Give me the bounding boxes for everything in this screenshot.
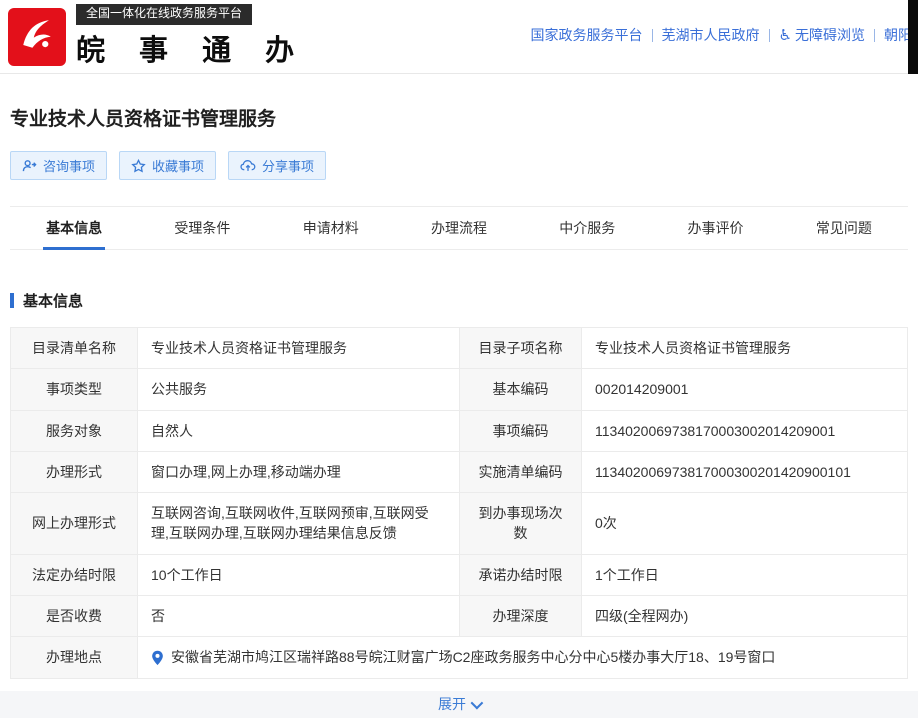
site-logo (8, 8, 66, 66)
accessibility-link[interactable]: ♿ 无障碍浏览 (779, 25, 865, 45)
corner-dark-strip (908, 0, 918, 74)
favorite-item-label: 收藏事项 (152, 156, 204, 175)
action-chips: 咨询事项 收藏事项 分享事项 (10, 151, 908, 180)
row-value: 专业技术人员资格证书管理服务 (582, 328, 907, 368)
expand-button[interactable]: 展开 (0, 691, 918, 718)
row-value: 互联网咨询,互联网收件,互联网预审,互联网受理,互联网办理,互联网办理结果信息反… (138, 493, 460, 554)
section-accent-bar (10, 293, 14, 308)
share-item-button[interactable]: 分享事项 (228, 151, 326, 180)
address-value-cell: 安徽省芜湖市鸠江区瑞祥路88号皖江财富广场C2座政务服务中心分中心5楼办事大厅1… (138, 637, 907, 677)
row-value: 1个工作日 (582, 555, 907, 595)
row-value: 10个工作日 (138, 555, 460, 595)
star-icon (131, 159, 146, 173)
accessibility-label: 无障碍浏览 (795, 25, 865, 45)
row-label: 是否收费 (11, 596, 138, 636)
nav-separator (769, 29, 770, 42)
row-label: 办理深度 (460, 596, 582, 636)
table-row: 服务对象 自然人 事项编码 11340200697381700030020142… (11, 411, 907, 452)
section-header: 基本信息 (10, 290, 908, 311)
favorite-item-button[interactable]: 收藏事项 (119, 151, 216, 180)
tab-basic-info[interactable]: 基本信息 (10, 207, 138, 249)
row-value: 公共服务 (138, 369, 460, 409)
location-pin-icon (151, 650, 164, 666)
row-label: 到办事现场次数 (460, 493, 582, 554)
nav-link-national-platform[interactable]: 国家政务服务平台 (531, 25, 643, 45)
table-row: 目录清单名称 专业技术人员资格证书管理服务 目录子项名称 专业技术人员资格证书管… (11, 328, 907, 369)
row-value: 否 (138, 596, 460, 636)
brand-block: 全国一体化在线政务服务平台 皖 事 通 办 (76, 4, 307, 69)
table-row: 事项类型 公共服务 基本编码 002014209001 (11, 369, 907, 410)
row-label: 办理形式 (11, 452, 138, 492)
consult-item-button[interactable]: 咨询事项 (10, 151, 107, 180)
consult-item-label: 咨询事项 (43, 156, 95, 175)
table-row-address: 办理地点 安徽省芜湖市鸠江区瑞祥路88号皖江财富广场C2座政务服务中心分中心5楼… (11, 637, 907, 677)
tab-label: 办事评价 (688, 218, 744, 238)
expand-label: 展开 (438, 694, 466, 714)
share-cloud-icon (240, 159, 256, 172)
tab-label: 办理流程 (431, 218, 487, 238)
table-row: 办理形式 窗口办理,网上办理,移动端办理 实施清单编码 113402006973… (11, 452, 907, 493)
tab-faq[interactable]: 常见问题 (780, 207, 908, 249)
row-value: 1134020069738170003002014209001 (582, 411, 907, 451)
row-label: 实施清单编码 (460, 452, 582, 492)
header-nav: 国家政务服务平台 芜湖市人民政府 ♿ 无障碍浏览 朝阳 (531, 25, 912, 45)
tab-label: 受理条件 (174, 218, 230, 238)
tab-agency-service[interactable]: 中介服务 (523, 207, 651, 249)
tab-label: 申请材料 (303, 218, 359, 238)
platform-badge: 全国一体化在线政务服务平台 (76, 4, 252, 25)
row-value: 自然人 (138, 411, 460, 451)
table-row: 网上办理形式 互联网咨询,互联网收件,互联网预审,互联网受理,互联网办理,互联网… (11, 493, 907, 555)
row-value: 002014209001 (582, 369, 907, 409)
nav-separator (652, 29, 653, 42)
page-title: 专业技术人员资格证书管理服务 (10, 104, 908, 131)
tab-label: 基本信息 (46, 218, 102, 238)
tab-label: 中介服务 (559, 218, 615, 238)
row-label: 承诺办结时限 (460, 555, 582, 595)
row-label: 目录清单名称 (11, 328, 138, 368)
row-value: 113402006973817000300201420900101 (582, 452, 907, 492)
row-value: 四级(全程网办) (582, 596, 907, 636)
row-label: 服务对象 (11, 411, 138, 451)
row-value: 0次 (582, 493, 907, 554)
tab-process[interactable]: 办理流程 (395, 207, 523, 249)
row-label: 事项编码 (460, 411, 582, 451)
main-content: 专业技术人员资格证书管理服务 咨询事项 收藏事项 (0, 104, 918, 679)
row-label: 基本编码 (460, 369, 582, 409)
table-row: 是否收费 否 办理深度 四级(全程网办) (11, 596, 907, 637)
row-label: 事项类型 (11, 369, 138, 409)
tab-application-materials[interactable]: 申请材料 (267, 207, 395, 249)
consult-person-icon (22, 159, 37, 173)
row-label: 网上办理形式 (11, 493, 138, 554)
nav-separator (874, 29, 875, 42)
site-title: 皖 事 通 办 (76, 27, 307, 69)
row-value: 窗口办理,网上办理,移动端办理 (138, 452, 460, 492)
row-label: 办理地点 (11, 637, 138, 677)
brand-swirl-icon (15, 12, 59, 61)
table-row: 法定办结时限 10个工作日 承诺办结时限 1个工作日 (11, 555, 907, 596)
row-label: 目录子项名称 (460, 328, 582, 368)
tab-label: 常见问题 (816, 218, 872, 238)
basic-info-table: 目录清单名称 专业技术人员资格证书管理服务 目录子项名称 专业技术人员资格证书管… (10, 327, 908, 679)
address-text: 安徽省芜湖市鸠江区瑞祥路88号皖江财富广场C2座政务服务中心分中心5楼办事大厅1… (171, 647, 775, 667)
section-title: 基本信息 (23, 290, 83, 311)
row-value: 专业技术人员资格证书管理服务 (138, 328, 460, 368)
tab-acceptance-conditions[interactable]: 受理条件 (138, 207, 266, 249)
tab-evaluation[interactable]: 办事评价 (651, 207, 779, 249)
wheelchair-icon: ♿ (779, 28, 792, 43)
share-item-label: 分享事项 (262, 156, 314, 175)
tab-bar: 基本信息 受理条件 申请材料 办理流程 中介服务 办事评价 常见问题 (10, 206, 908, 250)
site-header: 全国一体化在线政务服务平台 皖 事 通 办 国家政务服务平台 芜湖市人民政府 ♿… (0, 0, 918, 74)
chevron-down-icon (471, 696, 484, 709)
nav-link-wuhu-government[interactable]: 芜湖市人民政府 (662, 25, 760, 45)
row-label: 法定办结时限 (11, 555, 138, 595)
